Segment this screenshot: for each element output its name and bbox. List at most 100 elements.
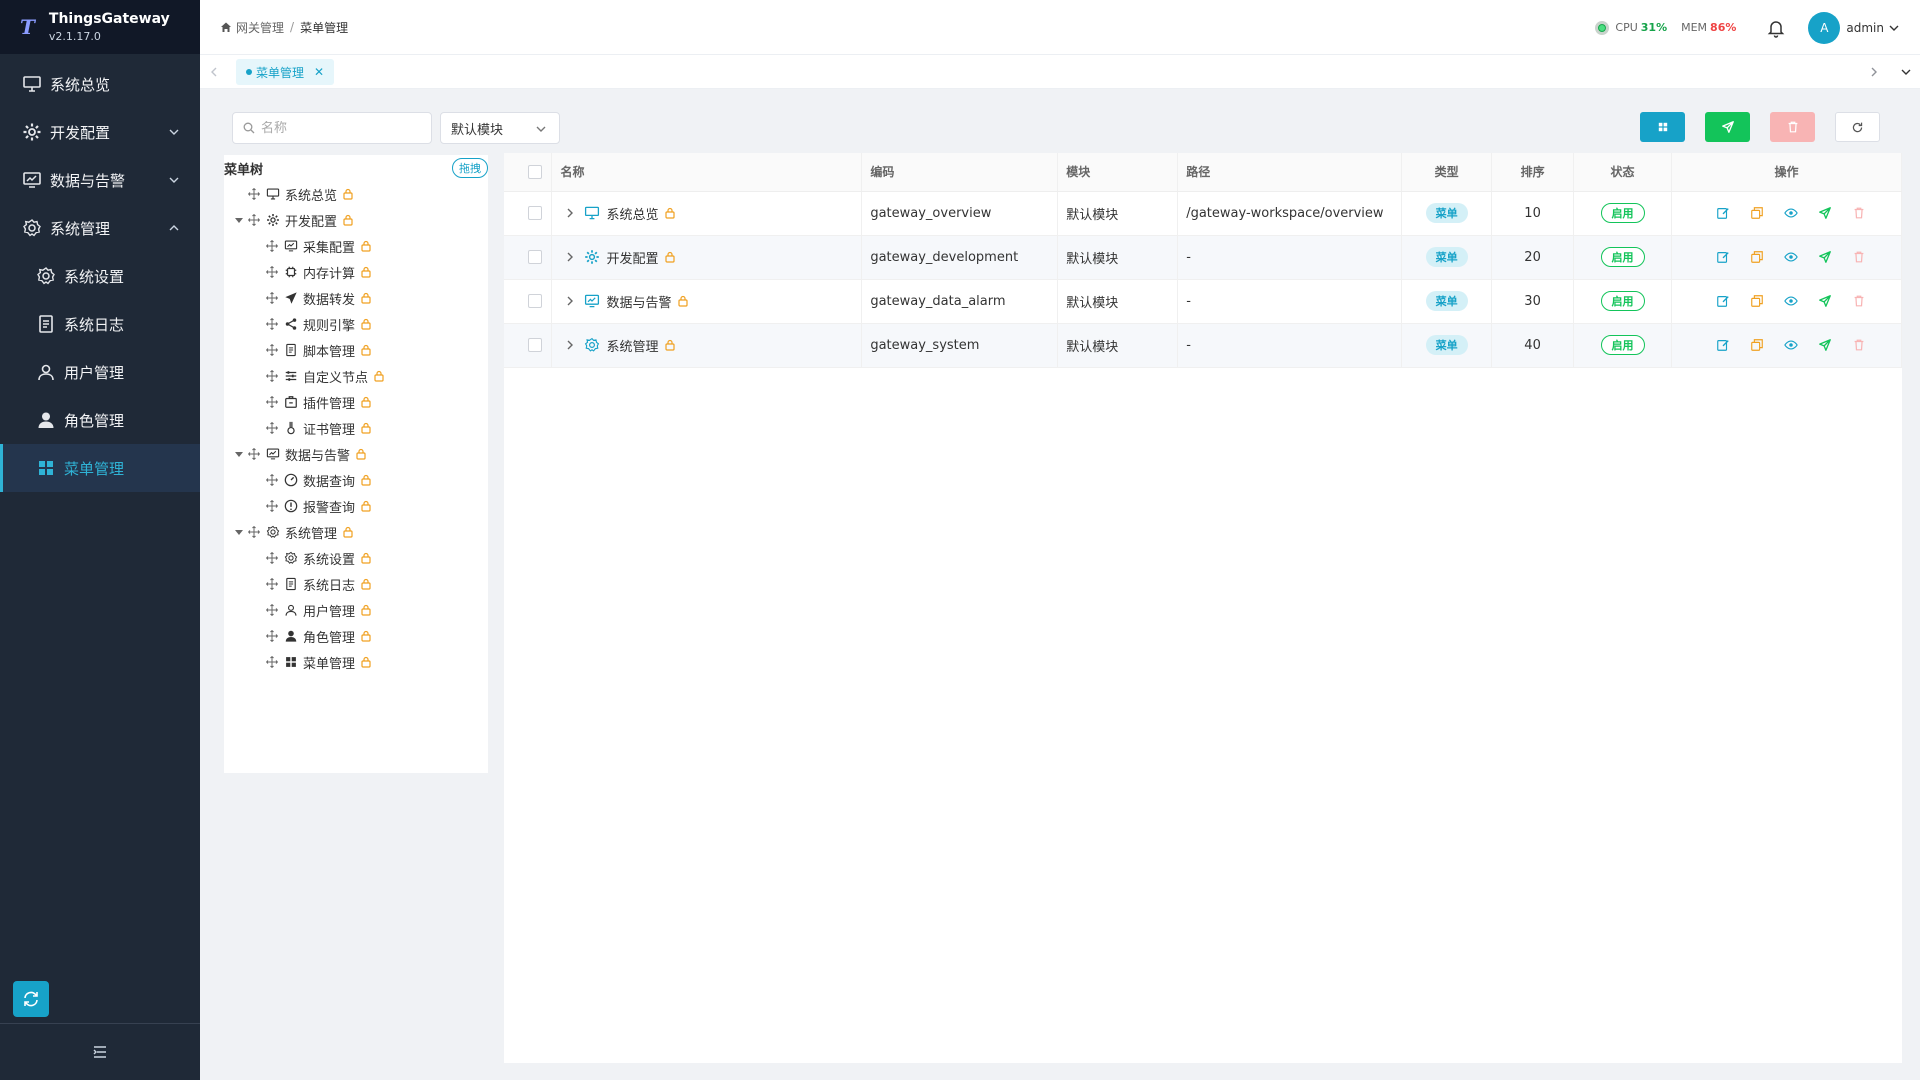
chevron-right-icon[interactable] <box>1868 66 1880 78</box>
copy-icon[interactable] <box>1750 206 1764 220</box>
sidebar-item-data-alarm[interactable]: 数据与告警 <box>0 156 200 204</box>
brand[interactable]: T ThingsGateway v2.1.17.0 <box>0 0 200 54</box>
sidebar-item-menus[interactable]: 菜单管理 <box>0 444 200 492</box>
send-icon[interactable] <box>1818 294 1832 308</box>
tree-node[interactable]: 插件管理 <box>224 389 488 415</box>
copy-icon[interactable] <box>1750 250 1764 264</box>
move-handle-icon[interactable] <box>266 500 278 512</box>
tab-menu-management[interactable]: 菜单管理 ✕ <box>236 59 335 85</box>
sidebar-item-system-settings[interactable]: 系统设置 <box>0 252 200 300</box>
trash-icon[interactable] <box>1852 250 1866 264</box>
copy-icon[interactable] <box>1750 338 1764 352</box>
sidebar-item-system-log[interactable]: 系统日志 <box>0 300 200 348</box>
move-handle-icon[interactable] <box>266 344 278 356</box>
tree-node[interactable]: 系统管理 <box>224 519 488 545</box>
tree-node[interactable]: 规则引擎 <box>224 311 488 337</box>
tree-node[interactable]: 角色管理 <box>224 623 488 649</box>
move-handle-icon[interactable] <box>248 526 260 538</box>
chevron-down-icon[interactable] <box>1900 66 1912 78</box>
table-row[interactable]: 系统总览 gateway_overview 默认模块 /gateway-work… <box>504 191 1902 236</box>
sync-button[interactable] <box>13 981 49 1017</box>
move-handle-icon[interactable] <box>266 656 278 668</box>
chevron-down-icon[interactable] <box>1888 22 1900 34</box>
move-handle-icon[interactable] <box>266 370 278 382</box>
eye-icon[interactable] <box>1784 206 1798 220</box>
trash-icon[interactable] <box>1852 294 1866 308</box>
sidebar-item-dev-config[interactable]: 开发配置 <box>0 108 200 156</box>
tree-node[interactable]: 内存计算 <box>224 259 488 285</box>
chevron-right-icon[interactable] <box>564 339 576 351</box>
eye-icon[interactable] <box>1784 250 1798 264</box>
row-checkbox[interactable] <box>528 294 542 308</box>
move-handle-icon[interactable] <box>266 266 278 278</box>
table-row[interactable]: 数据与告警 gateway_data_alarm 默认模块 - 菜单 30 启用 <box>504 279 1902 324</box>
bell-icon[interactable] <box>1766 18 1786 38</box>
tree-node[interactable]: 采集配置 <box>224 233 488 259</box>
tree-node[interactable]: 系统总览 <box>224 181 488 207</box>
sidebar-item-system[interactable]: 系统管理 <box>0 204 200 252</box>
sidebar-item-overview[interactable]: 系统总览 <box>0 60 200 108</box>
row-checkbox[interactable] <box>528 338 542 352</box>
chevron-left-icon[interactable] <box>208 66 220 78</box>
send-icon[interactable] <box>1818 250 1832 264</box>
avatar[interactable]: A <box>1808 11 1841 44</box>
move-handle-icon[interactable] <box>266 604 278 616</box>
trash-icon[interactable] <box>1852 338 1866 352</box>
send-icon[interactable] <box>1818 338 1832 352</box>
edit-icon[interactable] <box>1716 294 1730 308</box>
tree-node[interactable]: 菜单管理 <box>224 649 488 675</box>
edit-icon[interactable] <box>1716 250 1730 264</box>
search-input[interactable] <box>261 120 421 136</box>
sidebar-item-roles[interactable]: 角色管理 <box>0 396 200 444</box>
expand-toggle-icon[interactable] <box>234 449 244 459</box>
tree-node[interactable]: 脚本管理 <box>224 337 488 363</box>
move-handle-icon[interactable] <box>248 188 260 200</box>
tree-node[interactable]: 数据与告警 <box>224 441 488 467</box>
table-row[interactable]: 系统管理 gateway_system 默认模块 - 菜单 40 启用 <box>504 323 1902 368</box>
tree-node[interactable]: 用户管理 <box>224 597 488 623</box>
close-icon[interactable]: ✕ <box>314 65 324 79</box>
move-handle-icon[interactable] <box>266 396 278 408</box>
move-handle-icon[interactable] <box>266 422 278 434</box>
expand-toggle-icon[interactable] <box>234 215 244 225</box>
sidebar-item-users[interactable]: 用户管理 <box>0 348 200 396</box>
edit-icon[interactable] <box>1716 338 1730 352</box>
table-row[interactable]: 开发配置 gateway_development 默认模块 - 菜单 20 启用 <box>504 235 1902 280</box>
chevron-right-icon[interactable] <box>564 251 576 263</box>
chevron-right-icon[interactable] <box>564 207 576 219</box>
move-handle-icon[interactable] <box>266 292 278 304</box>
drag-toggle[interactable]: 拖拽 <box>452 158 488 178</box>
tree-node[interactable]: 数据查询 <box>224 467 488 493</box>
send-icon[interactable] <box>1818 206 1832 220</box>
add-button[interactable] <box>1640 112 1685 142</box>
move-handle-icon[interactable] <box>266 240 278 252</box>
module-select[interactable]: 默认模块 <box>440 112 560 144</box>
move-handle-icon[interactable] <box>266 318 278 330</box>
tree-node[interactable]: 自定义节点 <box>224 363 488 389</box>
refresh-button[interactable] <box>1835 112 1880 142</box>
breadcrumb-item[interactable]: 网关管理 <box>236 19 284 36</box>
batch-delete-button[interactable] <box>1770 112 1815 142</box>
tree-node[interactable]: 系统日志 <box>224 571 488 597</box>
eye-icon[interactable] <box>1784 338 1798 352</box>
move-handle-icon[interactable] <box>266 578 278 590</box>
select-all-checkbox[interactable] <box>528 164 542 179</box>
move-handle-icon[interactable] <box>248 214 260 226</box>
row-checkbox[interactable] <box>528 206 542 220</box>
edit-icon[interactable] <box>1716 206 1730 220</box>
chevron-right-icon[interactable] <box>564 295 576 307</box>
row-checkbox[interactable] <box>528 250 542 264</box>
eye-icon[interactable] <box>1784 294 1798 308</box>
move-handle-icon[interactable] <box>266 630 278 642</box>
select-all-cell[interactable] <box>504 153 553 192</box>
tree-node[interactable]: 数据转发 <box>224 285 488 311</box>
grant-button[interactable] <box>1705 112 1750 142</box>
search-box[interactable] <box>232 112 432 144</box>
tree-node[interactable]: 系统设置 <box>224 545 488 571</box>
tree-node[interactable]: 报警查询 <box>224 493 488 519</box>
move-handle-icon[interactable] <box>248 448 260 460</box>
expand-toggle-icon[interactable] <box>234 527 244 537</box>
tree-node[interactable]: 证书管理 <box>224 415 488 441</box>
trash-icon[interactable] <box>1852 206 1866 220</box>
sidebar-collapse-button[interactable] <box>0 1023 200 1080</box>
